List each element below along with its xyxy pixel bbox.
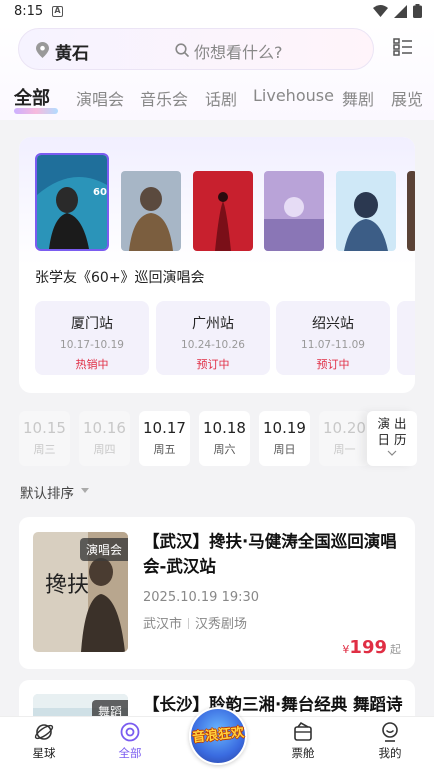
- status-time: 8:15: [14, 4, 44, 19]
- featured-tour-card[interactable]: 60+ 张学友《60+》巡回演唱会 厦门站 10.17-10.19 热销中 广州…: [19, 137, 415, 393]
- nav-all[interactable]: 全部: [100, 721, 160, 761]
- tab-music[interactable]: 音乐会: [140, 86, 188, 110]
- event-card[interactable]: 搀扶 演唱会 【武汉】搀扶·马健涛全国巡回演唱会-武汉站 2025.10.19 …: [19, 517, 415, 669]
- station-status: 预订中: [196, 358, 230, 371]
- date-weekday: 周一: [333, 443, 356, 456]
- sort-dropdown[interactable]: 默认排序: [20, 482, 74, 502]
- date-value: 10.15: [23, 419, 66, 437]
- event-city: 武汉市: [143, 617, 183, 632]
- event-title: 【武汉】搀扶·马健涛全国巡回演唱会-武汉站: [143, 532, 397, 576]
- nav-ticket[interactable]: 票舱: [273, 721, 333, 761]
- city-selector[interactable]: 黄石: [55, 39, 89, 64]
- calendar-label-1: 演 出: [377, 416, 407, 431]
- date-weekday: 周日: [273, 443, 296, 456]
- tab-exhibition[interactable]: 展览: [391, 86, 423, 110]
- date-item[interactable]: 10.18 周六: [199, 411, 250, 466]
- poster-carousel: 60+: [19, 137, 415, 265]
- poster-60-label: 60+: [93, 187, 107, 198]
- status-icons: [373, 4, 422, 18]
- poster-4[interactable]: [264, 171, 324, 251]
- calendar-label-2: 日 历: [377, 432, 407, 447]
- profile-icon: [382, 722, 398, 742]
- tab-all[interactable]: 全部: [14, 84, 50, 110]
- date-weekday: 周六: [213, 443, 236, 456]
- poster-6[interactable]: [407, 171, 415, 251]
- show-calendar-button[interactable]: 演 出 日 历: [367, 411, 417, 466]
- tab-drama[interactable]: 话剧: [205, 86, 237, 110]
- station-card-more[interactable]: [397, 301, 415, 375]
- price-suffix: 起: [390, 643, 401, 656]
- featured-title[interactable]: 张学友《60+》巡回演唱会: [35, 267, 205, 287]
- planet-icon: [34, 724, 54, 740]
- station-card[interactable]: 厦门站 10.17-10.19 热销中: [35, 301, 149, 375]
- price-value: 199: [349, 637, 387, 658]
- chevron-down-icon: [387, 450, 397, 456]
- event-venue: 汉秀剧场: [195, 617, 248, 632]
- nav-planet[interactable]: 星球: [14, 721, 74, 761]
- status-bar: 8:15 A: [0, 0, 434, 24]
- date-item[interactable]: 10.17 周五: [139, 411, 190, 466]
- tab-livehouse[interactable]: Livehouse: [253, 86, 334, 105]
- promo-label: 音浪狂欢: [191, 725, 245, 746]
- nav-label: 票舱: [291, 746, 315, 760]
- nav-label: 我的: [378, 746, 402, 760]
- tab-concert[interactable]: 演唱会: [76, 86, 124, 110]
- date-weekday: 周三: [33, 443, 56, 456]
- battery-icon: [413, 4, 422, 18]
- poster-calligraphy: 搀扶: [45, 573, 89, 598]
- station-status: 预订中: [316, 358, 350, 371]
- event-title: 【长沙】聆韵三湘·舞台经典 舞蹈诗: [143, 695, 403, 714]
- caret-down-icon: [81, 488, 89, 493]
- station-dates: 10.17-10.19: [60, 339, 124, 351]
- category-badge: 演唱会: [79, 538, 128, 561]
- tab-dance[interactable]: 舞剧: [342, 86, 374, 110]
- event-time: 2025.10.19 19:30: [143, 590, 260, 605]
- date-weekday: 周四: [93, 443, 116, 456]
- nav-label: 星球: [32, 746, 56, 760]
- date-item[interactable]: 10.20 周一: [319, 411, 370, 466]
- search-input[interactable]: 你想看什么?: [194, 39, 283, 63]
- nav-mine[interactable]: 我的: [360, 721, 420, 761]
- date-item[interactable]: 10.19 周日: [259, 411, 310, 466]
- station-name: 广州站: [192, 316, 234, 332]
- station-card[interactable]: 绍兴站 11.07-11.09 预订中: [276, 301, 390, 375]
- station-dates: 10.24-10.26: [181, 339, 245, 351]
- station-status: 热销中: [75, 358, 109, 371]
- category-tabs: 全部 演唱会 音乐会 话剧 Livehouse 舞剧 展览: [0, 82, 434, 118]
- date-item[interactable]: 10.16 周四: [79, 411, 130, 466]
- event-poster: 搀扶 演唱会: [33, 532, 128, 652]
- search-icon: [175, 43, 189, 57]
- bottom-nav: 星球 全部 音浪狂欢 票舱 我的: [0, 707, 434, 771]
- date-value: 10.17: [143, 419, 186, 437]
- promo-center-button[interactable]: 音浪狂欢: [189, 707, 247, 765]
- station-name: 厦门站: [71, 316, 113, 332]
- signal-icon: [394, 4, 407, 18]
- poster-selected[interactable]: 60+: [35, 153, 109, 251]
- poster-5[interactable]: [336, 171, 396, 251]
- category-menu-icon[interactable]: [393, 38, 413, 56]
- poster-3[interactable]: [193, 171, 253, 251]
- station-dates: 11.07-11.09: [301, 339, 365, 351]
- date-value: 10.16: [83, 419, 126, 437]
- location-icon: [36, 42, 49, 58]
- date-value: 10.19: [263, 419, 306, 437]
- wifi-icon: [373, 5, 388, 17]
- poster-2[interactable]: [121, 171, 181, 251]
- date-weekday: 周五: [153, 443, 176, 456]
- ticket-wallet-icon: [294, 721, 312, 741]
- date-value: 10.18: [203, 419, 246, 437]
- station-card[interactable]: 广州站 10.24-10.26 预订中: [156, 301, 270, 375]
- event-price: ¥199 起: [342, 637, 401, 658]
- event-location: 武汉市 汉秀剧场: [143, 613, 247, 632]
- date-value: 10.20: [323, 419, 366, 437]
- date-item[interactable]: 10.15 周三: [19, 411, 70, 466]
- divider: [188, 618, 190, 629]
- nav-label: 全部: [118, 746, 142, 760]
- header: 黄石 你想看什么? 全部 演唱会 音乐会 话剧 Livehouse 舞剧 展览: [0, 24, 434, 120]
- all-icon: [120, 722, 140, 742]
- notification-icon: A: [52, 6, 63, 17]
- search-bar[interactable]: 黄石 你想看什么?: [18, 28, 374, 70]
- date-strip: 10.15 周三 10.16 周四 10.17 周五 10.18 周六 10.1…: [19, 411, 417, 467]
- station-name: 绍兴站: [312, 316, 354, 332]
